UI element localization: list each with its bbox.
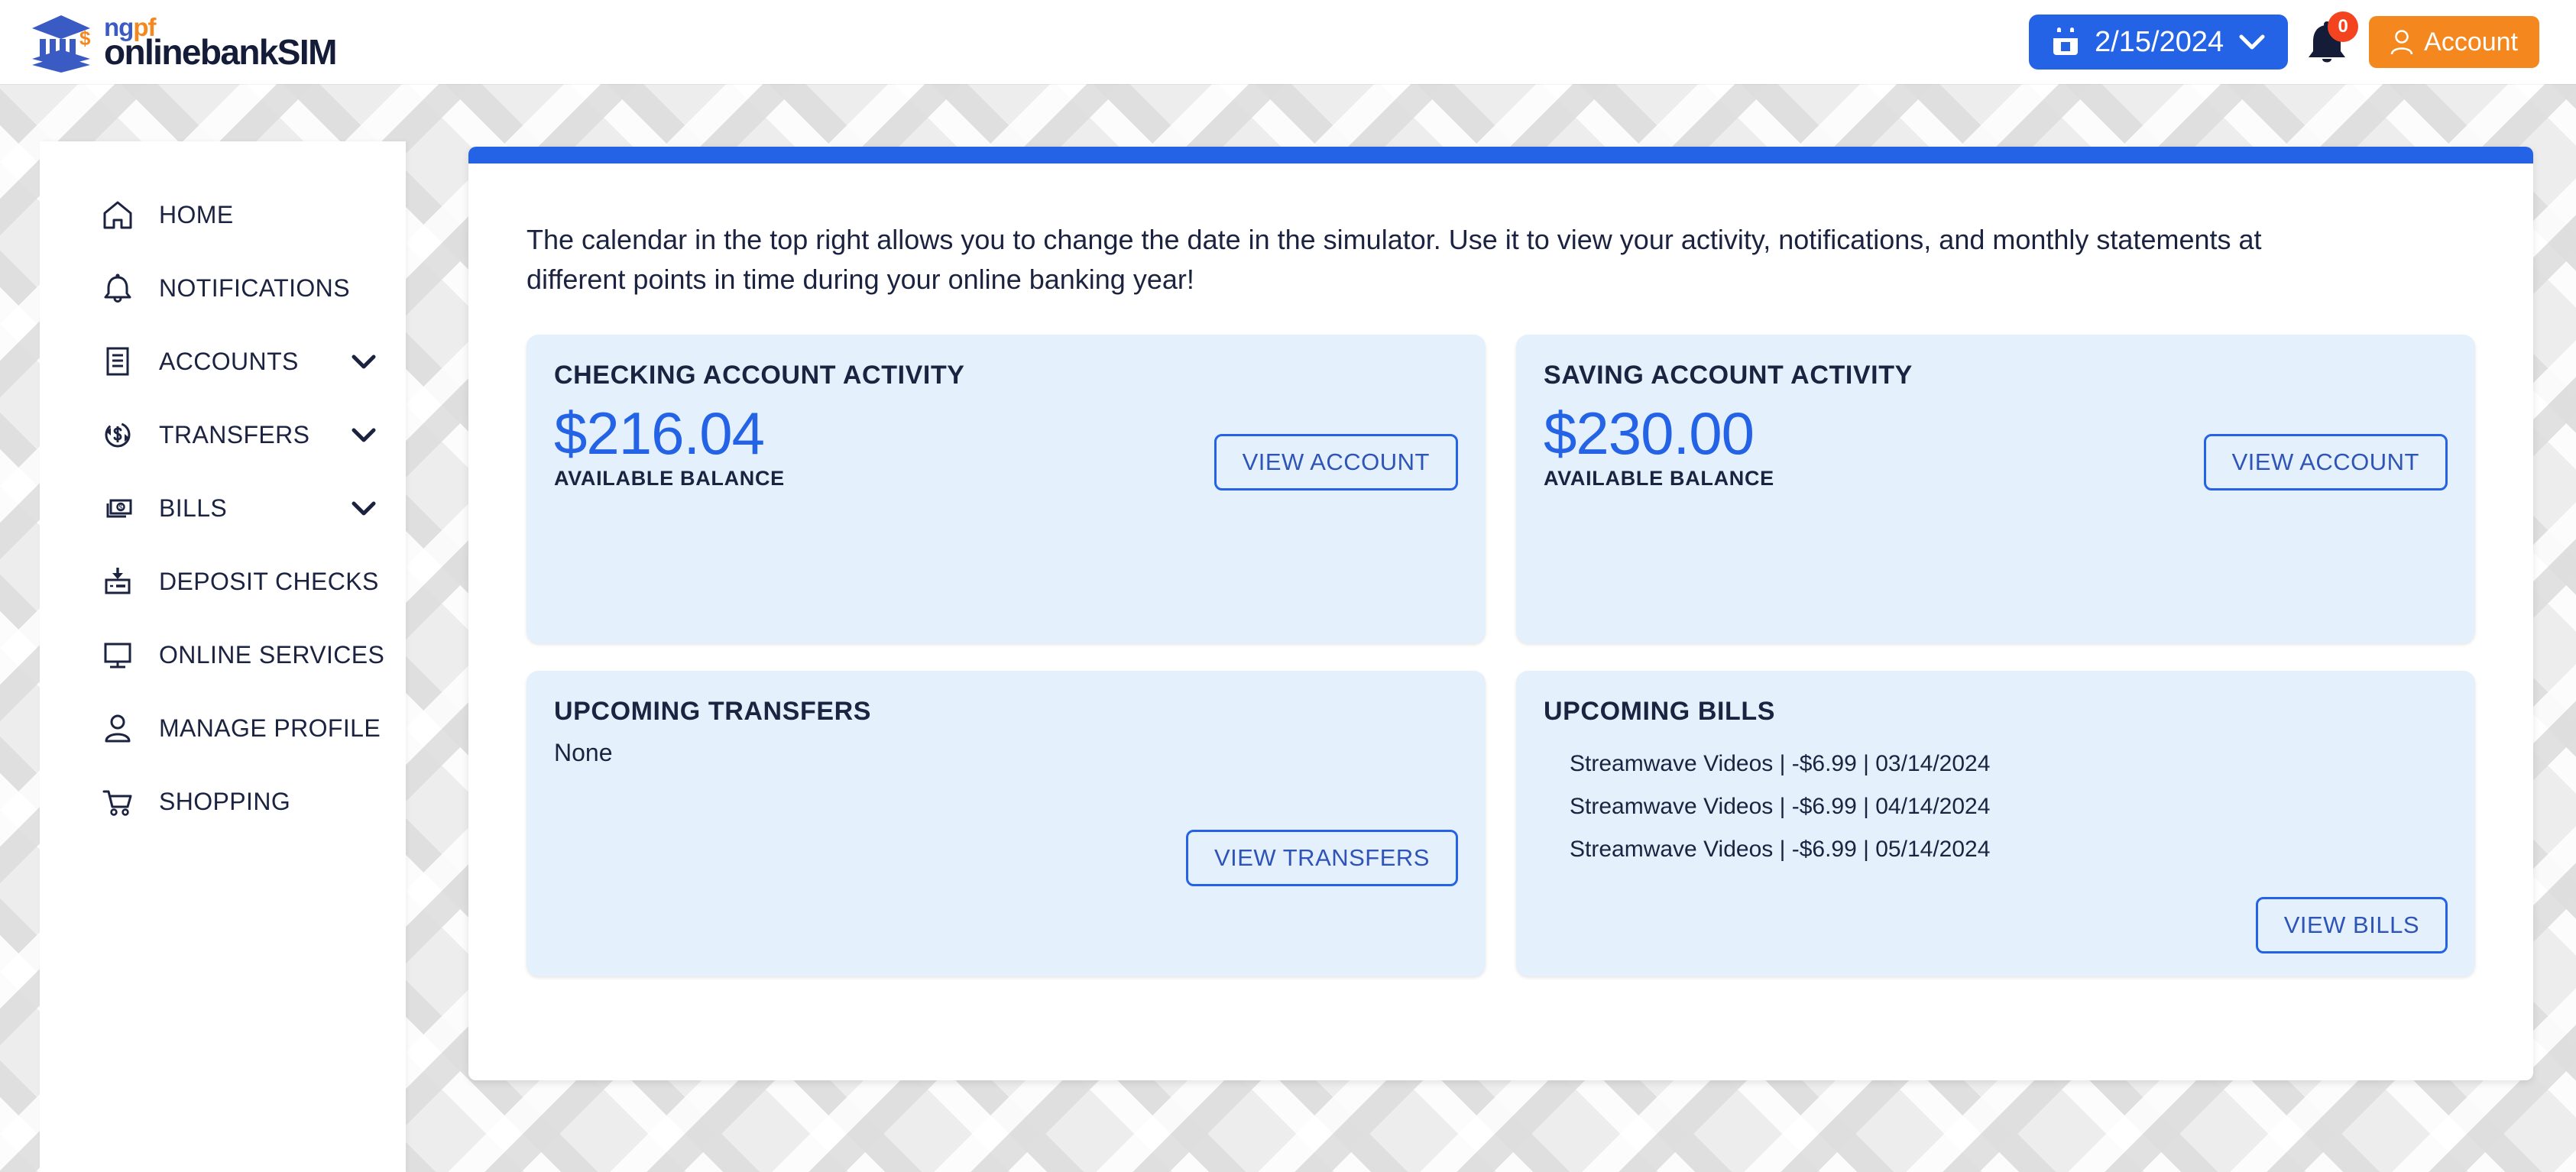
sidebar-item-label: BILLS (159, 494, 228, 522)
saving-balance-block: $230.00 AVAILABLE BALANCE (1544, 400, 1774, 490)
notifications-bell-button[interactable]: 0 (2305, 11, 2359, 70)
chevron-down-icon (2239, 34, 2265, 50)
chevron-down-icon[interactable] (351, 500, 377, 516)
panel-title: UPCOMING BILLS (1544, 697, 1776, 727)
list-item: Streamwave Videos | -$6.99 | 03/14/2024 (1570, 751, 1991, 777)
sidebar-item-home[interactable]: HOME (40, 178, 406, 251)
check-deposit-icon (99, 563, 136, 600)
card-accent-bar (468, 147, 2533, 163)
bank-building-icon: $ (32, 15, 91, 73)
panel-title: UPCOMING TRANSFERS (554, 697, 872, 727)
sidebar-item-label: HOME (159, 200, 234, 228)
date-picker-value: 2/15/2024 (2095, 25, 2224, 58)
checking-account-panel: CHECKING ACCOUNT ACTIVITY $216.04 AVAILA… (527, 335, 1486, 644)
sidebar-item-notifications[interactable]: NOTIFICATIONS (40, 251, 406, 325)
saving-balance-amount: $230.00 (1544, 400, 1755, 468)
bell-icon (99, 270, 136, 306)
checking-balance-block: $216.04 AVAILABLE BALANCE (554, 400, 785, 490)
upcoming-transfers-panel: UPCOMING TRANSFERS None VIEW TRANSFERS (527, 671, 1486, 977)
money-bills-icon: $ (99, 490, 136, 526)
user-icon (2390, 30, 2413, 55)
sidebar-item-label: TRANSFERS (159, 420, 310, 448)
saving-balance-row: $230.00 AVAILABLE BALANCE VIEW ACCOUNT (1544, 400, 2448, 491)
sidebar-item-online-services[interactable]: ONLINE SERVICES (40, 618, 406, 691)
sidebar-navigation: HOME NOTIFICATIONS ACCOUNTS TRANSFERS $ … (40, 141, 406, 1172)
dollar-refresh-icon (99, 416, 136, 453)
checking-balance-amount: $216.04 (554, 400, 765, 468)
sidebar-item-label: ONLINE SERVICES (159, 640, 385, 669)
sidebar-item-shopping[interactable]: SHOPPING (40, 765, 406, 838)
account-button[interactable]: Account (2369, 16, 2539, 68)
sidebar-item-label: SHOPPING (159, 787, 291, 815)
panel-title: CHECKING ACCOUNT ACTIVITY (554, 361, 965, 390)
chevron-down-icon[interactable] (351, 353, 377, 370)
sidebar-item-deposit-checks[interactable]: DEPOSIT CHECKS (40, 545, 406, 618)
sidebar-item-label: DEPOSIT CHECKS (159, 567, 379, 595)
transfers-empty-text: None (554, 739, 613, 767)
sidebar-item-manage-profile[interactable]: MANAGE PROFILE (40, 691, 406, 765)
intro-paragraph: The calendar in the top right allows you… (527, 224, 2262, 296)
monitor-icon (99, 636, 136, 673)
sidebar-item-transfers[interactable]: TRANSFERS (40, 398, 406, 471)
sidebar-item-label: NOTIFICATIONS (159, 274, 350, 302)
chevron-down-icon[interactable] (351, 426, 377, 443)
brand-name-bottom: onlinebankSIM (104, 31, 337, 72)
calendar-icon (2053, 28, 2079, 55)
date-picker-button[interactable]: 2/15/2024 (2029, 15, 2289, 70)
main-content-card: The calendar in the top right allows you… (468, 147, 2533, 1080)
view-checking-account-button[interactable]: VIEW ACCOUNT (1213, 434, 1458, 491)
home-icon (99, 196, 136, 233)
view-bills-button[interactable]: VIEW BILLS (2255, 897, 2448, 954)
brand-logo[interactable]: $ ngpf onlinebankSIM (29, 11, 337, 73)
account-button-label: Account (2424, 27, 2518, 57)
list-item: Streamwave Videos | -$6.99 | 04/14/2024 (1570, 794, 1991, 820)
checking-balance-caption: AVAILABLE BALANCE (554, 467, 785, 490)
upcoming-bills-list: Streamwave Videos | -$6.99 | 03/14/2024 … (1570, 753, 2448, 861)
sidebar-item-bills[interactable]: $ BILLS (40, 471, 406, 545)
sidebar-item-label: ACCOUNTS (159, 347, 299, 375)
list-item: Streamwave Videos | -$6.99 | 05/14/2024 (1570, 837, 1991, 863)
svg-text:$: $ (118, 503, 122, 511)
brand-wordmark: ngpf onlinebankSIM (104, 15, 337, 72)
sidebar-item-label: MANAGE PROFILE (159, 714, 381, 742)
dashboard-panel-grid: CHECKING ACCOUNT ACTIVITY $216.04 AVAILA… (527, 335, 2475, 977)
header-actions: 2/15/2024 0 Account (2029, 11, 2539, 70)
shopping-cart-icon (99, 783, 136, 820)
svg-text:$: $ (79, 27, 91, 50)
document-lines-icon (99, 343, 136, 380)
saving-balance-caption: AVAILABLE BALANCE (1544, 467, 1774, 490)
upcoming-bills-panel: UPCOMING BILLS Streamwave Videos | -$6.9… (1516, 671, 2475, 977)
sidebar-item-accounts[interactable]: ACCOUNTS (40, 325, 406, 398)
checking-balance-row: $216.04 AVAILABLE BALANCE VIEW ACCOUNT (554, 400, 1458, 491)
view-saving-account-button[interactable]: VIEW ACCOUNT (2203, 434, 2448, 491)
person-icon (99, 710, 136, 746)
panel-title: SAVING ACCOUNT ACTIVITY (1544, 361, 1913, 390)
saving-account-panel: SAVING ACCOUNT ACTIVITY $230.00 AVAILABL… (1516, 335, 2475, 644)
view-transfers-button[interactable]: VIEW TRANSFERS (1185, 830, 1458, 887)
notification-badge-count: 0 (2328, 11, 2359, 42)
top-header-bar: $ ngpf onlinebankSIM 2/15/2024 0 Account (0, 0, 2576, 84)
